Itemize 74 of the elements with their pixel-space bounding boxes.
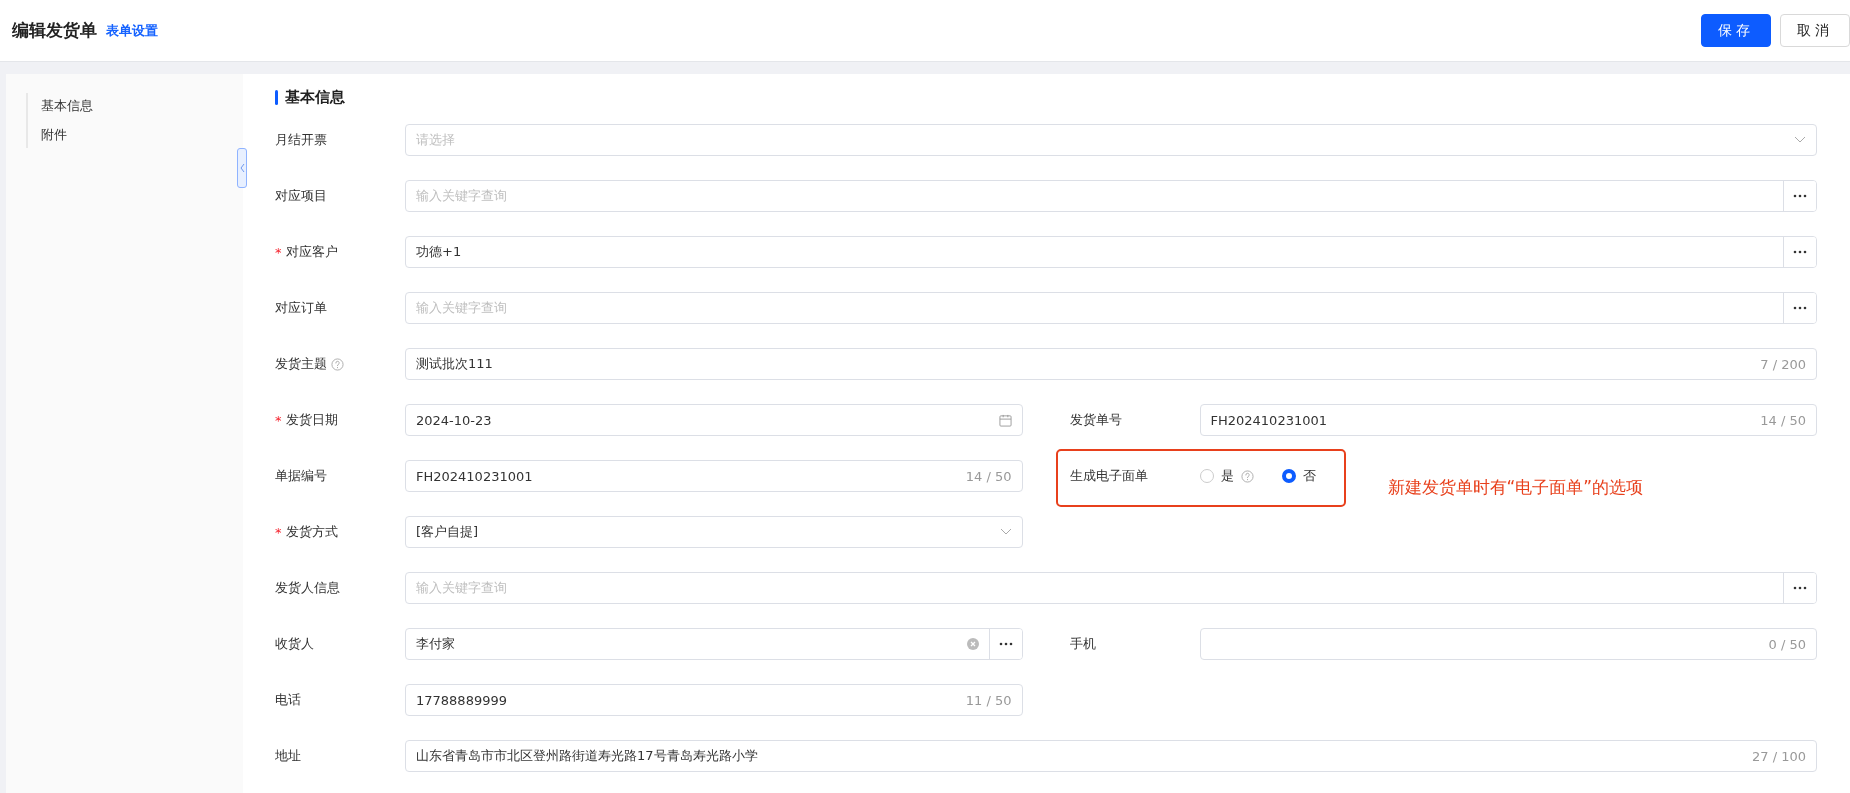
- input-field[interactable]: 17788889999 11 / 50: [405, 684, 1023, 716]
- input-field[interactable]: FH202410231001 14 / 50: [1199, 404, 1817, 436]
- more-button[interactable]: [1783, 293, 1816, 323]
- placeholder-text: 请选择: [415, 131, 456, 149]
- field-label: 月结开票: [275, 131, 327, 149]
- field-value: 2024-10-23: [415, 412, 493, 428]
- required-mark: *: [275, 524, 282, 540]
- input-field[interactable]: FH202410231001 14 / 50: [405, 460, 1023, 492]
- field-label: 发货单号: [1069, 411, 1122, 429]
- field-label: 收货人: [275, 635, 314, 653]
- field-value: 李付家: [415, 635, 456, 653]
- ellipsis-icon: [998, 642, 1013, 646]
- placeholder-text: 输入关键字查询: [415, 299, 508, 317]
- field-label: 生成电子面单: [1069, 467, 1148, 485]
- sidebar-item[interactable]: 基本信息: [41, 97, 243, 115]
- field-label: 手机: [1069, 635, 1096, 653]
- chevron-down-icon: [999, 528, 1012, 536]
- char-counter: 27 / 100: [1752, 748, 1807, 764]
- more-button[interactable]: [1783, 573, 1816, 603]
- char-counter: 7 / 200: [1760, 356, 1807, 372]
- char-counter: 14 / 50: [965, 468, 1013, 484]
- more-button[interactable]: [988, 629, 1022, 659]
- field-label: 电话: [275, 691, 301, 709]
- placeholder-text: 输入关键字查询: [415, 579, 508, 597]
- more-button[interactable]: [1783, 181, 1816, 211]
- more-button[interactable]: [1783, 237, 1816, 267]
- ellipsis-icon: [1793, 586, 1807, 590]
- annotation-text: 新建发货单时有“电子面单”的选项: [1387, 476, 1644, 499]
- clear-icon[interactable]: [966, 638, 979, 650]
- input-field[interactable]: 山东省青岛市市北区登州路街道寿光路17号青岛寿光路小学 27 / 100: [405, 740, 1817, 772]
- char-counter: 0 / 50: [1768, 636, 1807, 652]
- ellipsis-icon: [1793, 306, 1807, 310]
- field-value: 功德+1: [415, 243, 463, 261]
- input-field[interactable]: 测试批次111 7 / 200: [405, 348, 1817, 380]
- save-button[interactable]: 保存: [1701, 14, 1771, 47]
- required-mark: *: [275, 244, 282, 260]
- section-marker: [275, 89, 278, 105]
- page-title: 编辑发货单: [12, 19, 97, 42]
- ellipsis-icon: [1793, 250, 1807, 254]
- field-value: 17788889999: [415, 692, 508, 708]
- field-label: 地址: [275, 747, 301, 765]
- lookup-field[interactable]: 李付家: [405, 628, 1023, 660]
- field-label: 对应项目: [275, 187, 327, 205]
- field-label: 发货人信息: [275, 579, 340, 597]
- radio-option[interactable]: 否: [1281, 467, 1316, 485]
- lookup-field[interactable]: 功德+1: [405, 236, 1817, 268]
- char-counter: 14 / 50: [1760, 412, 1807, 428]
- field-value: 测试批次111: [415, 355, 494, 373]
- section-title: 基本信息: [285, 87, 345, 107]
- placeholder-text: 输入关键字查询: [415, 187, 508, 205]
- field-label: 对应订单: [275, 299, 327, 317]
- field-value: FH202410231001: [1209, 412, 1328, 428]
- date-field[interactable]: 2024-10-23: [405, 404, 1023, 436]
- sidebar-item[interactable]: 附件: [41, 126, 243, 144]
- calendar-icon: [998, 413, 1012, 427]
- form-settings-link[interactable]: 表单设置: [106, 21, 158, 40]
- ellipsis-icon: [1793, 194, 1807, 198]
- radio-button[interactable]: [1281, 469, 1296, 483]
- select-field[interactable]: [客户自提]: [405, 516, 1023, 548]
- field-value: FH202410231001: [415, 468, 534, 484]
- field-value: [客户自提]: [415, 523, 480, 541]
- radio-option[interactable]: 是: [1199, 467, 1254, 485]
- field-label: 对应客户: [285, 243, 338, 261]
- field-value: 山东省青岛市市北区登州路街道寿光路17号青岛寿光路小学: [415, 747, 759, 765]
- field-label: 发货日期: [285, 411, 338, 429]
- collapse-handle[interactable]: [237, 148, 247, 188]
- field-label: 单据编号: [275, 467, 327, 485]
- field-label: 发货方式: [285, 523, 338, 541]
- chevron-down-icon: [1794, 136, 1806, 144]
- chevron-left-icon: [239, 163, 245, 173]
- field-label: 发货主题: [275, 355, 327, 373]
- required-mark: *: [275, 412, 282, 428]
- cancel-button[interactable]: 取消: [1780, 14, 1850, 47]
- char-counter: 11 / 50: [965, 692, 1013, 708]
